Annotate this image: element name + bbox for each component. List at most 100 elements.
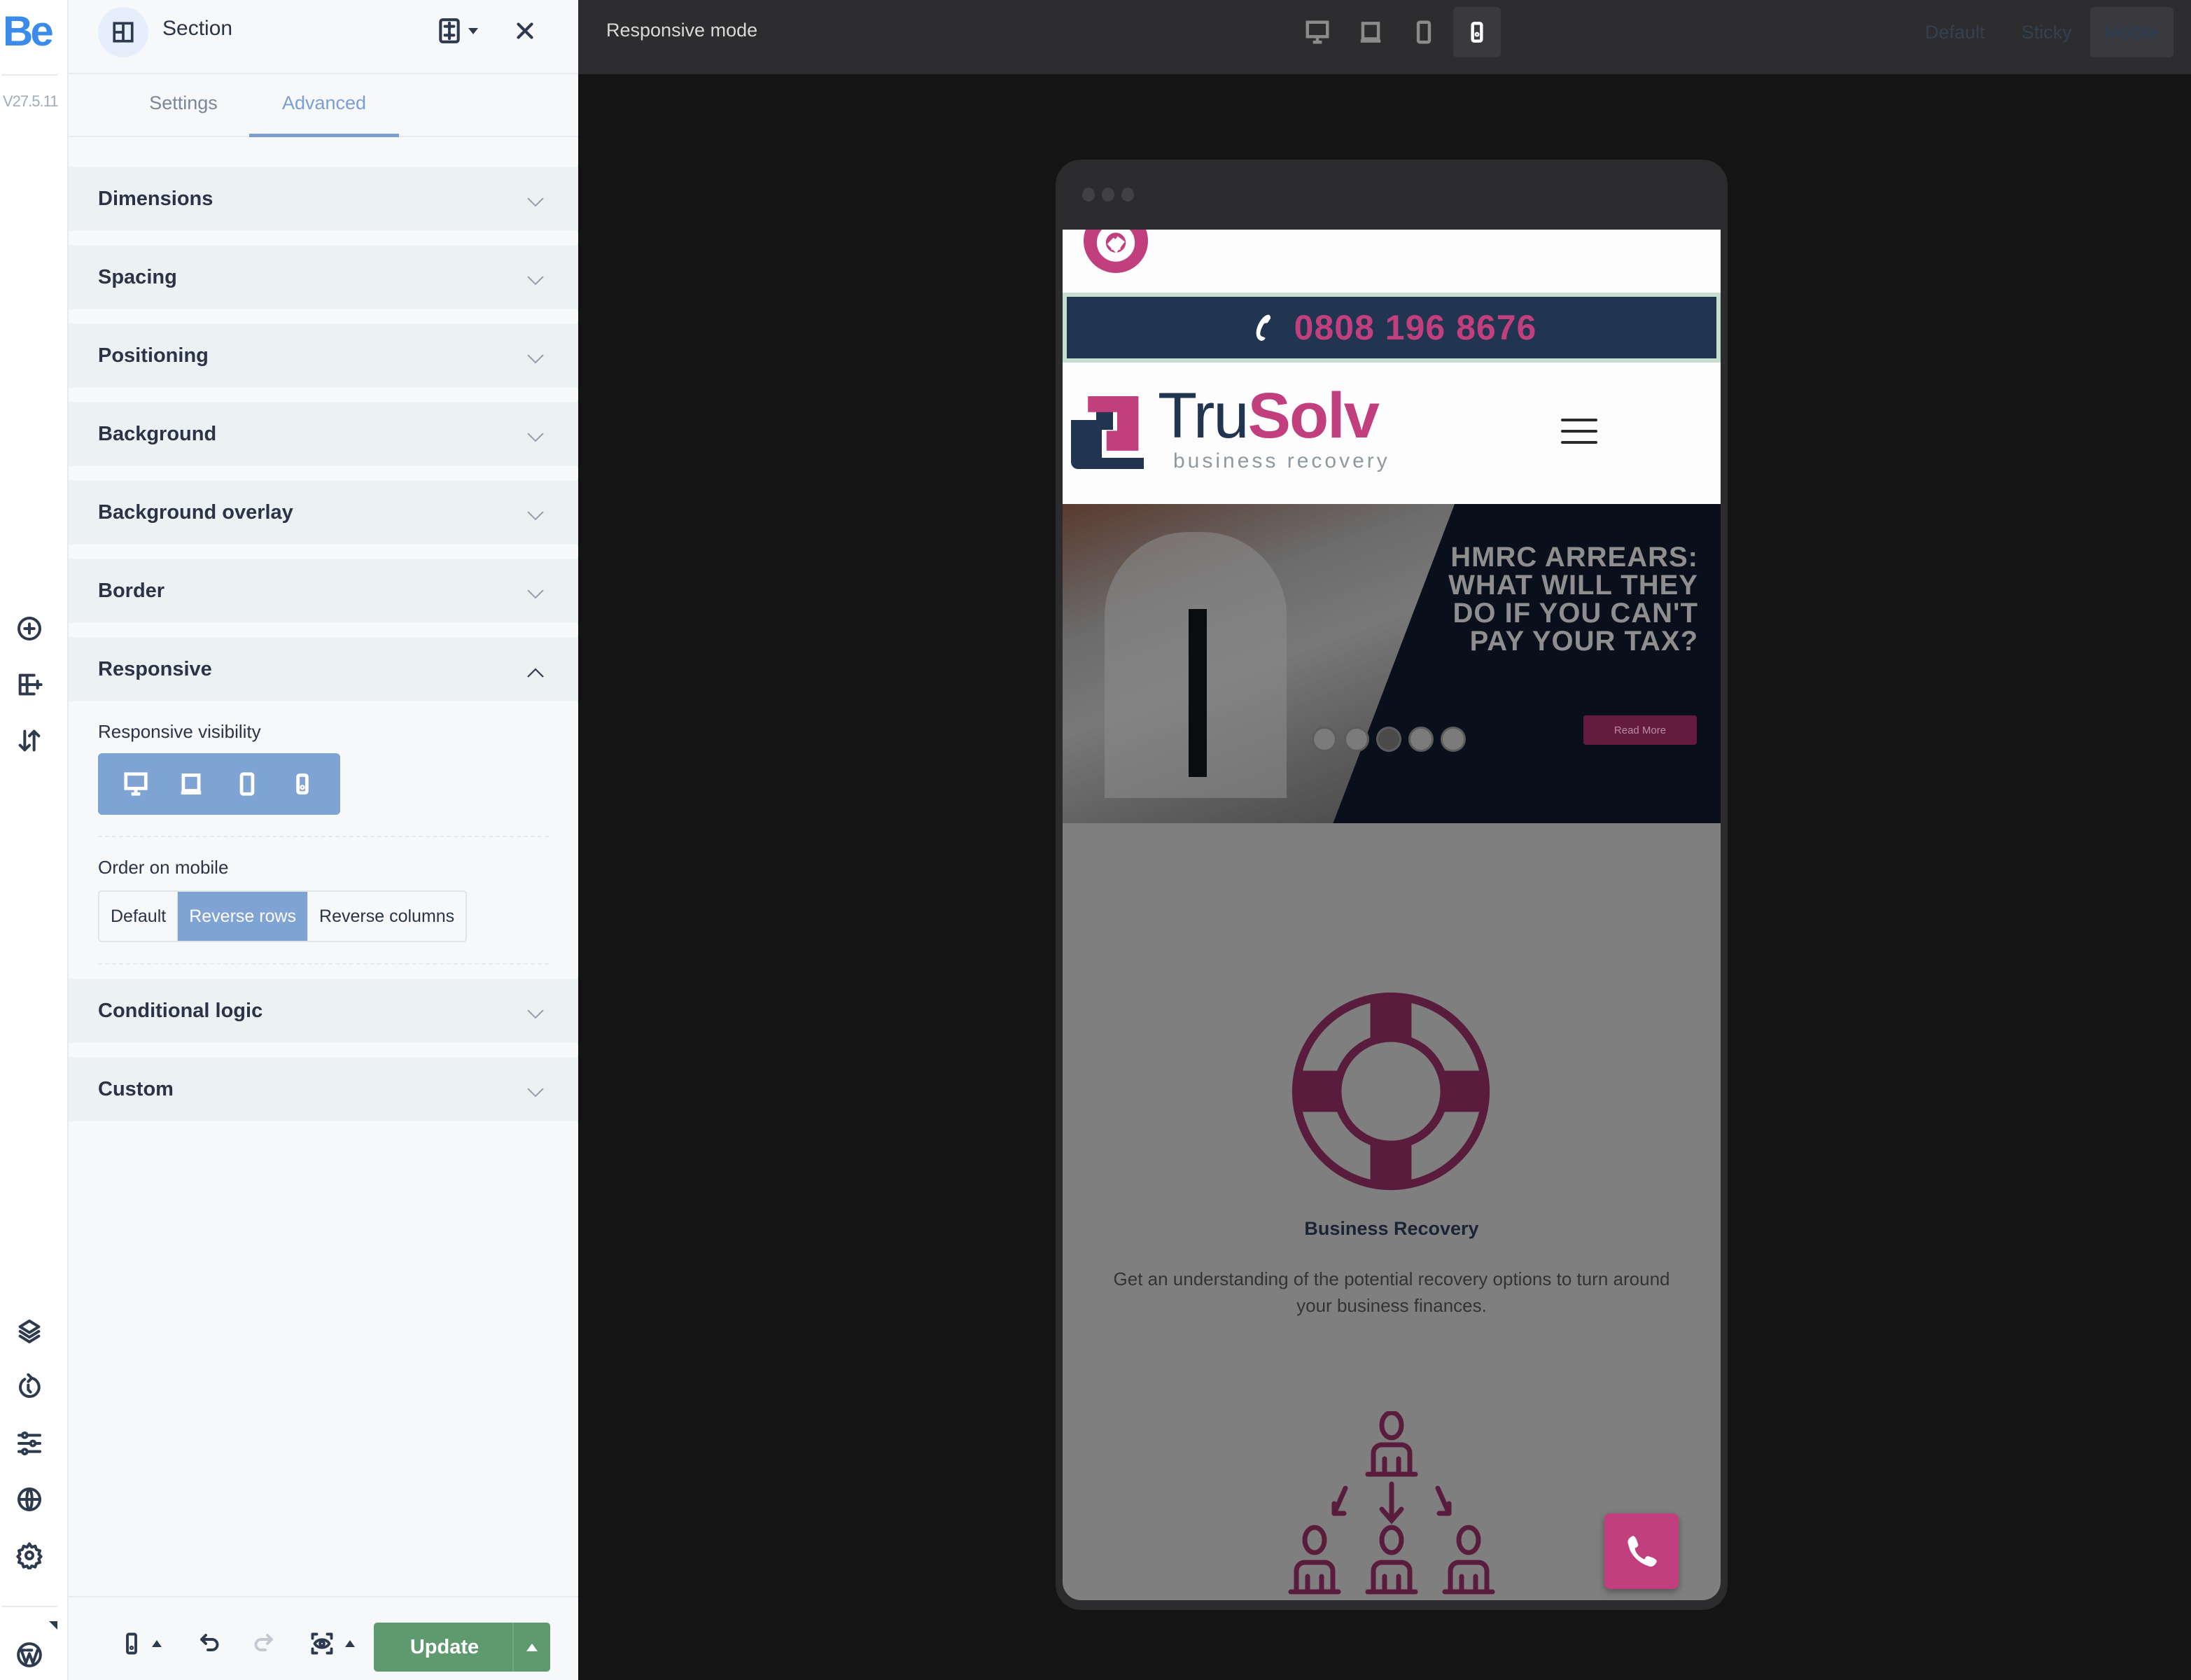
add-element-icon[interactable] <box>14 613 45 644</box>
responsive-visibility-label: Responsive visibility <box>98 721 261 742</box>
section-background[interactable]: Background <box>69 402 578 466</box>
device-laptop-button[interactable] <box>1347 7 1394 57</box>
state-sticky-button[interactable]: Sticky <box>2003 7 2090 57</box>
sort-icon[interactable] <box>14 725 45 756</box>
order-default-button[interactable]: Default <box>99 892 178 941</box>
presets-dropdown[interactable] <box>465 15 482 46</box>
wordpress-icon[interactable] <box>14 1639 45 1670</box>
settings-icon[interactable] <box>14 1540 45 1571</box>
order-reverse-columns-button[interactable]: Reverse columns <box>308 892 465 941</box>
chevron-down-icon <box>526 347 545 365</box>
section-background-overlay[interactable]: Background overlay <box>69 480 578 545</box>
hero-slider: HMRC ARREARS: WHAT WILL THEY DO IF YOU C… <box>1063 504 1721 823</box>
close-button[interactable] <box>510 15 540 46</box>
redo-button[interactable] <box>249 1623 277 1665</box>
slider-dot[interactable] <box>1344 727 1369 752</box>
phone-icon <box>1628 1536 1657 1567</box>
caret-up-icon <box>526 1643 538 1651</box>
section-label: Spacing <box>98 265 177 288</box>
slider-dot[interactable] <box>1408 727 1434 752</box>
tablet-icon <box>1416 20 1432 44</box>
state-default-button[interactable]: Default <box>1907 7 2003 57</box>
visibility-mobile-toggle[interactable] <box>281 763 323 805</box>
desktop-icon <box>124 772 148 796</box>
mobile-icon <box>296 773 309 795</box>
globe-icon[interactable] <box>14 1484 45 1515</box>
header-state-switcher: Default Sticky Mobile <box>1907 7 2174 57</box>
visibility-tablet-toggle[interactable] <box>226 763 268 805</box>
layers-icon[interactable] <box>14 1316 45 1347</box>
history-icon[interactable] <box>14 1372 45 1403</box>
state-mobile-button[interactable]: Mobile <box>2090 7 2174 57</box>
caret-up-icon <box>345 1640 355 1647</box>
slider-dot[interactable] <box>1312 727 1337 752</box>
hamburger-menu-icon[interactable] <box>1561 419 1597 444</box>
device-switch-button[interactable] <box>119 1623 144 1665</box>
update-button[interactable]: Update <box>374 1623 550 1672</box>
section-border[interactable]: Border <box>69 559 578 623</box>
visibility-desktop-toggle[interactable] <box>115 763 157 805</box>
chevron-up-icon <box>526 661 545 679</box>
device-switch-dropdown[interactable] <box>150 1623 164 1665</box>
feature-description: Get an understanding of the potential re… <box>1113 1268 1670 1316</box>
phone-icon <box>1256 314 1270 341</box>
section-custom[interactable]: Custom <box>69 1057 578 1121</box>
device-tablet-button[interactable] <box>1400 7 1448 57</box>
call-bar[interactable]: 0808 196 8676 <box>1063 293 1721 363</box>
section-icon <box>98 7 148 57</box>
section-spacing[interactable]: Spacing <box>69 245 578 309</box>
caret-up-icon <box>152 1640 162 1647</box>
visibility-laptop-toggle[interactable] <box>170 763 212 805</box>
panel-header: Section <box>69 0 578 74</box>
order-reverse-rows-button[interactable]: Reverse rows <box>178 892 309 941</box>
desktop-icon <box>1306 20 1329 44</box>
update-options-button[interactable] <box>512 1623 550 1672</box>
order-on-mobile-segmented: Default Reverse rows Reverse columns <box>98 890 468 942</box>
device-mobile-button[interactable] <box>1453 7 1501 57</box>
top-bar: Responsive mode Default Sticky Mobile <box>578 0 2191 74</box>
mobile-preview-screen[interactable]: 0808 196 8676 TruSolv business recovery … <box>1063 230 1721 1600</box>
advice-badge-icon <box>1084 230 1148 273</box>
undo-icon <box>200 1634 219 1651</box>
brand-name[interactable]: TruSolv <box>1158 384 1380 448</box>
responsive-mode-label: Responsive mode <box>606 20 758 41</box>
device-desktop-button[interactable] <box>1294 7 1341 57</box>
chevron-down-icon <box>526 1081 545 1099</box>
phone-number[interactable]: 0808 196 8676 <box>1294 307 1537 348</box>
presets-button[interactable] <box>434 15 465 46</box>
slider-dot[interactable] <box>1376 727 1401 752</box>
section-label: Conditional logic <box>98 999 263 1022</box>
read-more-button[interactable]: Read More <box>1583 715 1697 745</box>
tablet-icon <box>239 772 255 796</box>
order-on-mobile-label: Order on mobile <box>98 857 229 878</box>
eye-icon <box>311 1632 333 1655</box>
section-dimensions[interactable]: Dimensions <box>69 167 578 231</box>
wordpress-menu-caret[interactable] <box>49 1621 57 1630</box>
options-icon[interactable] <box>14 1428 45 1459</box>
responsive-visibility-group <box>98 753 340 815</box>
device-switcher <box>1294 7 1501 57</box>
be-logo[interactable]: Be <box>3 7 59 56</box>
site-header: TruSolv business recovery <box>1063 363 1721 504</box>
chevron-down-icon <box>526 426 545 444</box>
panel-tabs: Settings Advanced <box>69 74 578 137</box>
section-conditional-logic[interactable]: Conditional logic <box>69 979 578 1043</box>
tab-settings[interactable]: Settings <box>127 83 239 137</box>
lifebuoy-icon <box>1292 992 1490 1191</box>
section-responsive[interactable]: Responsive <box>69 637 578 701</box>
window-dots <box>1082 188 1134 202</box>
chevron-down-icon <box>526 190 545 209</box>
top-strip <box>1063 230 1721 293</box>
rail-divider-bottom <box>1 1606 57 1607</box>
mobile-icon <box>1471 22 1483 43</box>
divider <box>98 963 549 965</box>
add-section-icon[interactable] <box>14 669 45 700</box>
section-positioning[interactable]: Positioning <box>69 323 578 388</box>
laptop-icon <box>181 773 202 795</box>
preview-button[interactable] <box>307 1623 337 1665</box>
call-now-button[interactable] <box>1604 1513 1679 1589</box>
undo-button[interactable] <box>196 1623 224 1665</box>
preview-dropdown[interactable] <box>343 1623 357 1665</box>
tab-advanced[interactable]: Advanced <box>249 83 399 137</box>
slider-dot[interactable] <box>1441 727 1466 752</box>
